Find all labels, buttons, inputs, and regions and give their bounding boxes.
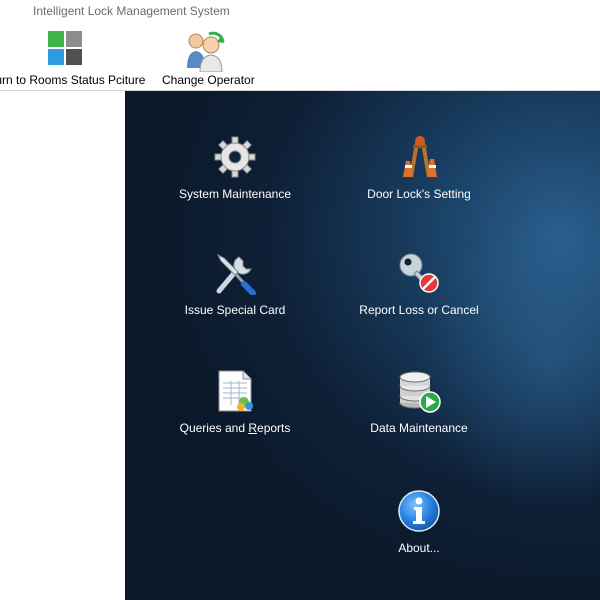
wrench-screwdriver-icon (216, 253, 256, 295)
report-loss-or-cancel-button[interactable]: Report Loss or Cancel (329, 251, 509, 331)
door-lock-setting-button[interactable]: Door Lock's Setting (329, 135, 509, 215)
rooms-status-picture-button[interactable]: turn to Rooms Status Pciture (0, 28, 152, 90)
title-bar: Intelligent Lock Management System (0, 0, 600, 22)
data-maintenance-button[interactable]: Data Maintenance (329, 369, 509, 449)
report-loss-or-cancel-label: Report Loss or Cancel (359, 303, 479, 317)
info-icon (398, 490, 440, 532)
queries-and-reports-button[interactable]: Queries and Reports (145, 369, 325, 449)
data-maintenance-label: Data Maintenance (370, 421, 468, 435)
change-operator-button[interactable]: Change Operator (156, 28, 256, 90)
about-label: About... (398, 541, 440, 555)
door-lock-setting-icon (403, 136, 437, 177)
change-operator-label: Change Operator (162, 73, 255, 87)
database-icon (399, 371, 441, 413)
queries-label-prefix: Queries and (179, 421, 249, 435)
system-maintenance-button[interactable]: System Maintenance (145, 135, 325, 215)
about-button[interactable]: About... (329, 489, 509, 569)
change-operator-icon (187, 31, 225, 72)
window-title: Intelligent Lock Management System (33, 4, 230, 18)
issue-special-card-label: Issue Special Card (184, 303, 286, 317)
queries-label-access-key: R (248, 421, 258, 435)
issue-special-card-button[interactable]: Issue Special Card (145, 251, 325, 331)
gear-icon (214, 136, 256, 178)
door-lock-setting-label: Door Lock's Setting (367, 187, 471, 201)
queries-label-suffix: eports (257, 421, 291, 435)
left-pane (0, 91, 125, 600)
rooms-status-grid-icon (48, 31, 82, 65)
system-maintenance-label: System Maintenance (178, 187, 292, 201)
toolbar: turn to Rooms Status Pciture Change Oper… (0, 22, 600, 91)
key-cancel-icon (399, 253, 439, 293)
report-document-icon (218, 370, 253, 412)
rooms-status-picture-label: turn to Rooms Status Pciture (0, 73, 146, 87)
main-menu-panel: System Maintenance Door Lock's Setting I… (125, 91, 600, 600)
queries-and-reports-label: Queries and Reports (145, 421, 325, 435)
